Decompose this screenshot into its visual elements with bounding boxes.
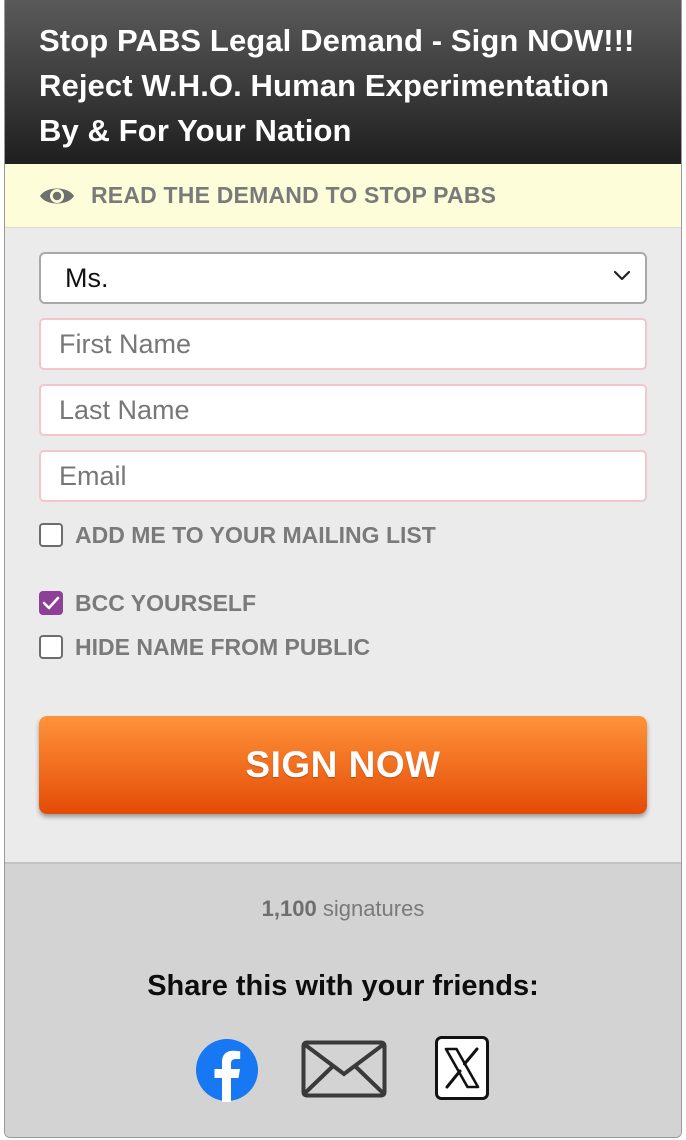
- email-field[interactable]: [39, 450, 647, 502]
- email-icon[interactable]: [301, 1040, 387, 1103]
- bcc-yourself-label: BCC YOURSELF: [75, 589, 257, 616]
- signature-count: 1,100 signatures: [5, 896, 681, 922]
- hide-name-label: HIDE NAME FROM PUBLIC: [75, 633, 371, 660]
- hide-name-option[interactable]: HIDE NAME FROM PUBLIC: [39, 632, 647, 662]
- salutation-select[interactable]: Ms.: [39, 252, 647, 304]
- first-name-input[interactable]: [57, 327, 645, 361]
- first-name-field[interactable]: [39, 318, 647, 370]
- read-demand-link[interactable]: READ THE DEMAND TO STOP PABS: [5, 164, 681, 228]
- petition-title: Stop PABS Legal Demand - Sign NOW!!! Rej…: [39, 23, 635, 148]
- salutation-value: Ms.: [65, 262, 109, 293]
- signature-count-suffix: signatures: [316, 896, 425, 921]
- mailing-list-label: ADD ME TO YOUR MAILING LIST: [75, 521, 436, 548]
- last-name-field[interactable]: [39, 384, 647, 436]
- read-demand-label: READ THE DEMAND TO STOP PABS: [91, 182, 497, 208]
- x-icon[interactable]: [435, 1036, 489, 1105]
- mailing-list-option[interactable]: ADD ME TO YOUR MAILING LIST: [39, 520, 647, 550]
- share-icons: [5, 1036, 681, 1104]
- petition-header: Stop PABS Legal Demand - Sign NOW!!! Rej…: [5, 0, 681, 164]
- chevron-down-icon: [613, 269, 631, 287]
- mailing-list-checkbox[interactable]: [39, 523, 63, 547]
- email-input[interactable]: [57, 459, 645, 493]
- signature-count-number: 1,100: [261, 896, 317, 921]
- petition-widget: Stop PABS Legal Demand - Sign NOW!!! Rej…: [4, 0, 682, 1138]
- petition-footer: 1,100 signatures Share this with your fr…: [5, 862, 681, 1137]
- facebook-icon[interactable]: [195, 1038, 259, 1107]
- checkmark-icon: [42, 596, 60, 610]
- hide-name-checkbox[interactable]: [39, 635, 63, 659]
- sign-now-button[interactable]: SIGN NOW: [39, 716, 647, 814]
- last-name-input[interactable]: [57, 393, 645, 427]
- share-title: Share this with your friends:: [147, 970, 539, 1002]
- bcc-yourself-checkbox[interactable]: [39, 591, 63, 615]
- bcc-yourself-option[interactable]: BCC YOURSELF: [39, 588, 647, 618]
- signature-form: Ms. ADD ME TO YOUR MAILING LIST: [5, 228, 681, 814]
- eye-icon: [39, 184, 75, 208]
